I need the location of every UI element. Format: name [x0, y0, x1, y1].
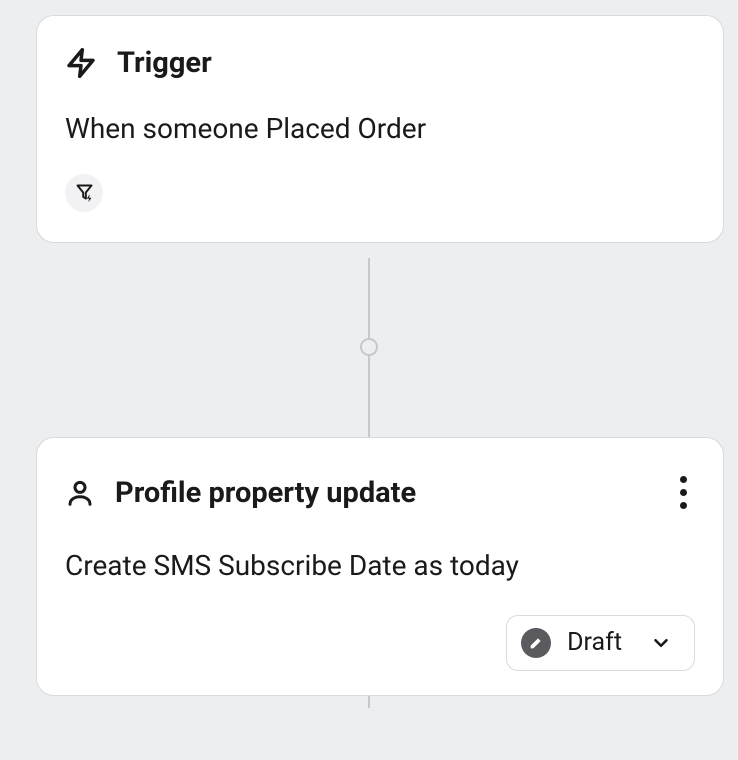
- draft-status-icon: [521, 628, 551, 658]
- connector-add-node[interactable]: [360, 338, 378, 356]
- kebab-menu-icon[interactable]: [672, 468, 695, 517]
- trigger-card[interactable]: Trigger When someone Placed Order: [36, 15, 724, 243]
- action-card-header: Profile property update: [65, 468, 695, 517]
- action-card[interactable]: Profile property update Create SMS Subsc…: [36, 437, 724, 696]
- action-description: Create SMS Subscribe Date as today: [65, 547, 695, 585]
- trigger-filter-badge[interactable]: [65, 174, 103, 212]
- action-title: Profile property update: [115, 476, 416, 510]
- trigger-title: Trigger: [117, 46, 212, 80]
- trigger-description: When someone Placed Order: [65, 110, 695, 148]
- status-dropdown[interactable]: Draft: [506, 615, 695, 671]
- status-label: Draft: [567, 628, 622, 657]
- person-icon: [65, 478, 95, 508]
- lightning-icon: [65, 47, 97, 79]
- status-row: Draft: [65, 615, 695, 671]
- chevron-down-icon: [650, 632, 672, 654]
- trigger-card-header: Trigger: [65, 46, 695, 80]
- filter-lightning-icon: [74, 182, 95, 203]
